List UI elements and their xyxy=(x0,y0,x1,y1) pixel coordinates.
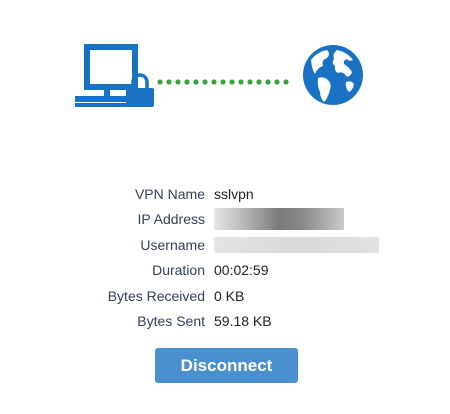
connection-info: VPN Name sslvpn IP Address Username Dura… xyxy=(0,181,450,334)
ip-address-value xyxy=(214,208,344,231)
bytes-received-label: Bytes Received xyxy=(107,287,205,304)
duration-label: Duration xyxy=(152,262,205,279)
ip-address-label: IP Address xyxy=(137,211,205,228)
lock-icon xyxy=(126,73,154,107)
bytes-sent-label: Bytes Sent xyxy=(137,313,205,330)
info-row-bytes-received: Bytes Received 0 KB xyxy=(0,283,450,309)
info-row-duration: Duration 00:02:59 xyxy=(0,258,450,284)
vpn-name-label: VPN Name xyxy=(134,185,205,202)
info-row-bytes-sent: Bytes Sent 59.18 KB xyxy=(0,309,450,335)
bytes-received-value: 0 KB xyxy=(214,287,245,304)
globe-icon xyxy=(303,45,363,105)
connection-graphic xyxy=(75,44,363,107)
info-row-username: Username xyxy=(0,232,450,258)
duration-value: 00:02:59 xyxy=(214,262,269,279)
username-label: Username xyxy=(140,236,205,253)
ip-address-redaction xyxy=(214,208,344,231)
username-value xyxy=(214,236,379,254)
disconnect-button[interactable]: Disconnect xyxy=(155,348,298,383)
connection-dots xyxy=(157,79,289,85)
vpn-name-value: sslvpn xyxy=(214,185,254,202)
info-row-vpn-name: VPN Name sslvpn xyxy=(0,181,450,207)
bytes-sent-value: 59.18 KB xyxy=(214,313,272,330)
username-redaction xyxy=(214,237,379,254)
info-row-ip-address: IP Address xyxy=(0,207,450,233)
